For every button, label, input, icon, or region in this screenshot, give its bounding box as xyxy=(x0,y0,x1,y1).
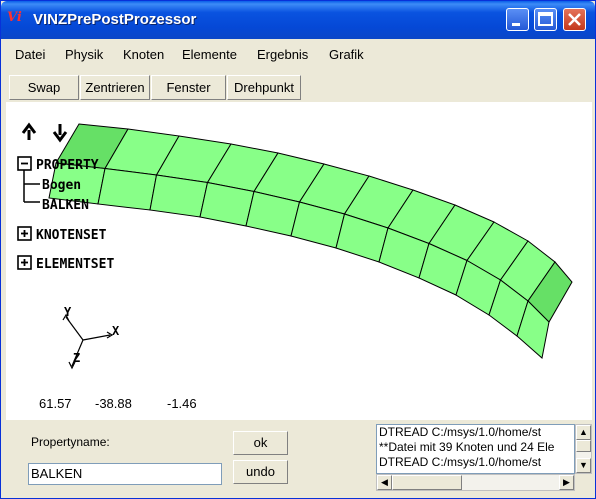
tree-node-knotenset[interactable]: KNOTENSET xyxy=(36,228,107,243)
swap-button[interactable]: Swap xyxy=(9,75,79,100)
zentrieren-button[interactable]: Zentrieren xyxy=(80,75,150,100)
menu-grafik[interactable]: Grafik xyxy=(329,47,364,62)
menu-knoten[interactable]: Knoten xyxy=(123,47,164,62)
menu-physik[interactable]: Physik xyxy=(65,47,103,62)
scroll-up-icon[interactable]: ▲ xyxy=(576,425,591,440)
scroll-left-icon[interactable]: ◀ xyxy=(377,475,392,490)
bottom-panel: Propertyname: BALKEN ok undo DTREAD C:/m… xyxy=(5,421,593,497)
menu-datei[interactable]: Datei xyxy=(15,47,45,62)
main-window: Vi VINZPrePostProzessor Datei Physik Kno… xyxy=(0,0,596,499)
tree-connector xyxy=(23,170,40,203)
minimize-button[interactable] xyxy=(506,8,529,31)
title-bar[interactable]: Vi VINZPrePostProzessor xyxy=(1,1,595,39)
log-output[interactable]: DTREAD C:/msys/1.0/home/st **Datei mit 3… xyxy=(376,424,575,474)
expand-knotenset-icon[interactable] xyxy=(17,226,32,241)
menu-elemente[interactable]: Elemente xyxy=(182,47,237,62)
axis-y-label: Y xyxy=(64,305,72,319)
scroll-down-icon[interactable]: ▼ xyxy=(576,458,591,473)
mesh-view: PROPERTY Bogen BALKEN KNOTENSET ELEMENTS… xyxy=(17,122,573,370)
toolbar: Swap Zentrieren Fenster Drehpunkt xyxy=(5,72,593,102)
expand-elementset-icon[interactable] xyxy=(17,255,32,270)
app-icon: Vi xyxy=(7,10,22,25)
coord-x: 61.57 xyxy=(39,396,72,411)
log-line: **Datei mit 39 Knoten und 24 Ele xyxy=(379,440,555,454)
axis-z-label: Z xyxy=(73,351,80,365)
menu-bar: Datei Physik Knoten Elemente Ergebnis Gr… xyxy=(5,41,593,69)
tree-node-bogen[interactable]: Bogen xyxy=(42,178,81,193)
tree-node-property[interactable]: PROPERTY xyxy=(36,158,99,173)
mesh-element[interactable] xyxy=(149,174,209,218)
scroll-right-icon[interactable]: ▶ xyxy=(559,475,574,490)
menu-ergebnis[interactable]: Ergebnis xyxy=(257,47,308,62)
minimize-icon xyxy=(512,23,520,26)
graphics-canvas[interactable]: PROPERTY Bogen BALKEN KNOTENSET ELEMENTS… xyxy=(6,102,592,420)
close-button[interactable] xyxy=(563,8,586,31)
undo-button[interactable]: undo xyxy=(233,460,288,484)
coord-z: -1.46 xyxy=(167,396,197,411)
maximize-icon xyxy=(538,12,553,26)
vertical-scroll-thumb[interactable] xyxy=(576,440,591,452)
fenster-button[interactable]: Fenster xyxy=(151,75,226,100)
maximize-button[interactable] xyxy=(534,8,557,31)
beam-mesh xyxy=(48,123,573,359)
ok-button[interactable]: ok xyxy=(233,431,288,455)
log-vertical-scrollbar[interactable]: ▲ ▼ xyxy=(575,424,592,474)
axis-x-label: X xyxy=(112,324,120,338)
log-line: DTREAD C:/msys/1.0/home/st xyxy=(379,425,542,439)
propertyname-input[interactable]: BALKEN xyxy=(28,463,222,485)
close-icon xyxy=(568,13,581,26)
horizontal-scroll-thumb[interactable] xyxy=(392,475,462,490)
arrow-down-icon[interactable] xyxy=(52,124,68,143)
propertyname-label: Propertyname: xyxy=(31,435,110,449)
log-horizontal-scrollbar[interactable]: ◀ ▶ xyxy=(376,474,575,491)
log-line: DTREAD C:/msys/1.0/home/st xyxy=(379,455,542,469)
tree-node-elementset[interactable]: ELEMENTSET xyxy=(36,257,114,272)
arrow-up-icon[interactable] xyxy=(21,122,37,140)
collapse-property-icon[interactable] xyxy=(17,156,32,171)
mesh-element[interactable] xyxy=(97,167,158,211)
coord-y: -38.88 xyxy=(95,396,132,411)
tree-node-balken[interactable]: BALKEN xyxy=(42,198,89,213)
drehpunkt-button[interactable]: Drehpunkt xyxy=(227,75,301,100)
axis-triad-icon: Y X Z xyxy=(62,305,120,370)
window-title: VINZPrePostProzessor xyxy=(33,11,197,28)
